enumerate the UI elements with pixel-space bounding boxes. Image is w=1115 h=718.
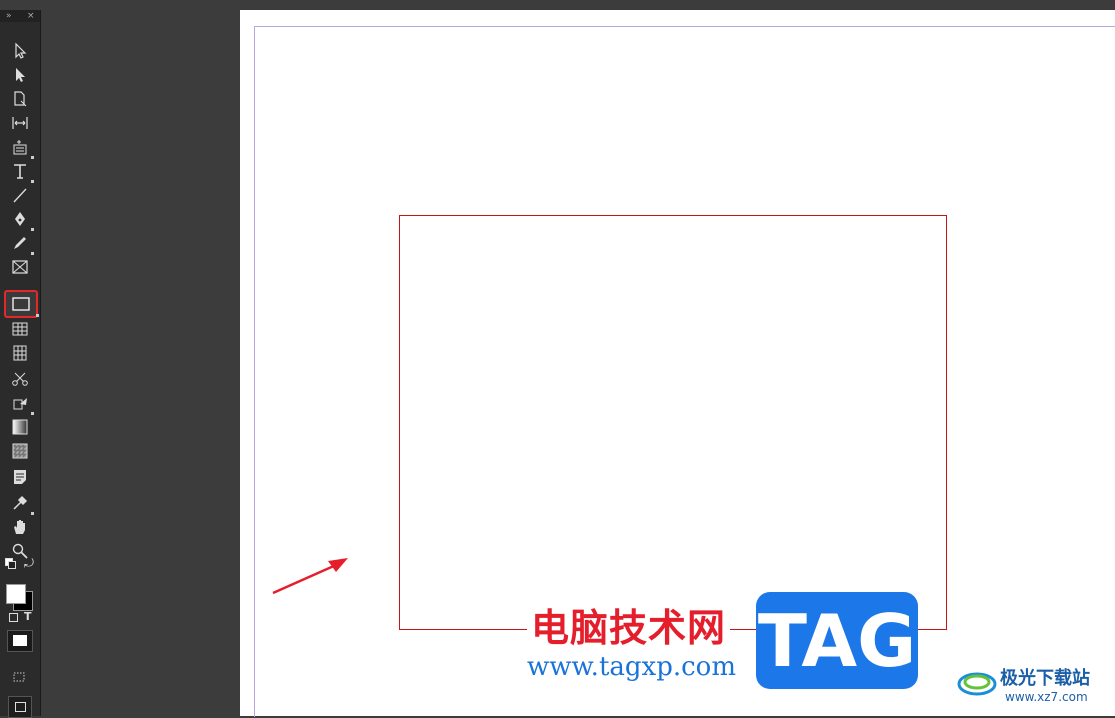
free-transform-tool-icon[interactable] <box>9 392 34 415</box>
close-icon[interactable]: × <box>27 10 35 22</box>
tools-panel: » × ⤾ T <box>0 10 41 718</box>
watermark-url: www.tagxp.com <box>527 652 736 682</box>
formatting-text-icon[interactable]: T <box>24 610 32 623</box>
line-tool-icon[interactable] <box>9 184 31 206</box>
eyedropper-tool-icon[interactable] <box>9 492 34 515</box>
horizontal-grid-tool-icon[interactable] <box>9 318 31 340</box>
selection-tool-icon[interactable] <box>9 40 31 62</box>
note-tool-icon[interactable] <box>9 466 31 488</box>
site-name: 极光下载站 <box>1000 668 1090 689</box>
site-url: www.xz7.com <box>1005 690 1088 704</box>
scissors-tool-icon[interactable] <box>9 368 31 390</box>
pen-tool-icon[interactable] <box>9 208 34 231</box>
screen-mode-button[interactable] <box>8 696 32 718</box>
watermark-title: 电脑技术网 <box>527 597 731 652</box>
apply-color-button[interactable] <box>7 630 33 652</box>
page-tool-icon[interactable] <box>9 88 31 110</box>
direct-selection-tool-icon[interactable] <box>9 64 31 86</box>
site-logo-icon <box>957 672 997 696</box>
vertical-grid-tool-icon[interactable] <box>9 342 31 364</box>
default-fill-stroke-icon[interactable] <box>5 558 16 569</box>
pencil-tool-icon[interactable] <box>9 232 34 255</box>
rectangle-frame-tool-icon[interactable] <box>9 256 31 278</box>
collapse-icon[interactable]: » <box>6 10 12 22</box>
gap-tool-icon[interactable] <box>9 112 31 134</box>
top-strip <box>41 0 1115 10</box>
view-mode-icon[interactable] <box>12 668 26 682</box>
swap-fill-stroke-icon[interactable]: ⤾ <box>24 556 34 571</box>
tools-panel-header: » × <box>0 10 40 22</box>
tag-logo: TAG <box>756 592 918 689</box>
rectangle-frame[interactable] <box>399 215 947 630</box>
fill-swatch[interactable] <box>6 584 26 604</box>
content-collector-tool-icon[interactable] <box>9 136 34 159</box>
gradient-swatch-tool-icon[interactable] <box>9 416 31 438</box>
type-tool-icon[interactable] <box>9 160 34 183</box>
formatting-container-icon[interactable] <box>9 613 18 622</box>
annotation-arrow-icon <box>272 558 348 595</box>
gradient-feather-tool-icon[interactable] <box>9 440 31 462</box>
hand-tool-icon[interactable] <box>9 516 31 538</box>
rectangle-tool-icon[interactable] <box>4 290 39 318</box>
